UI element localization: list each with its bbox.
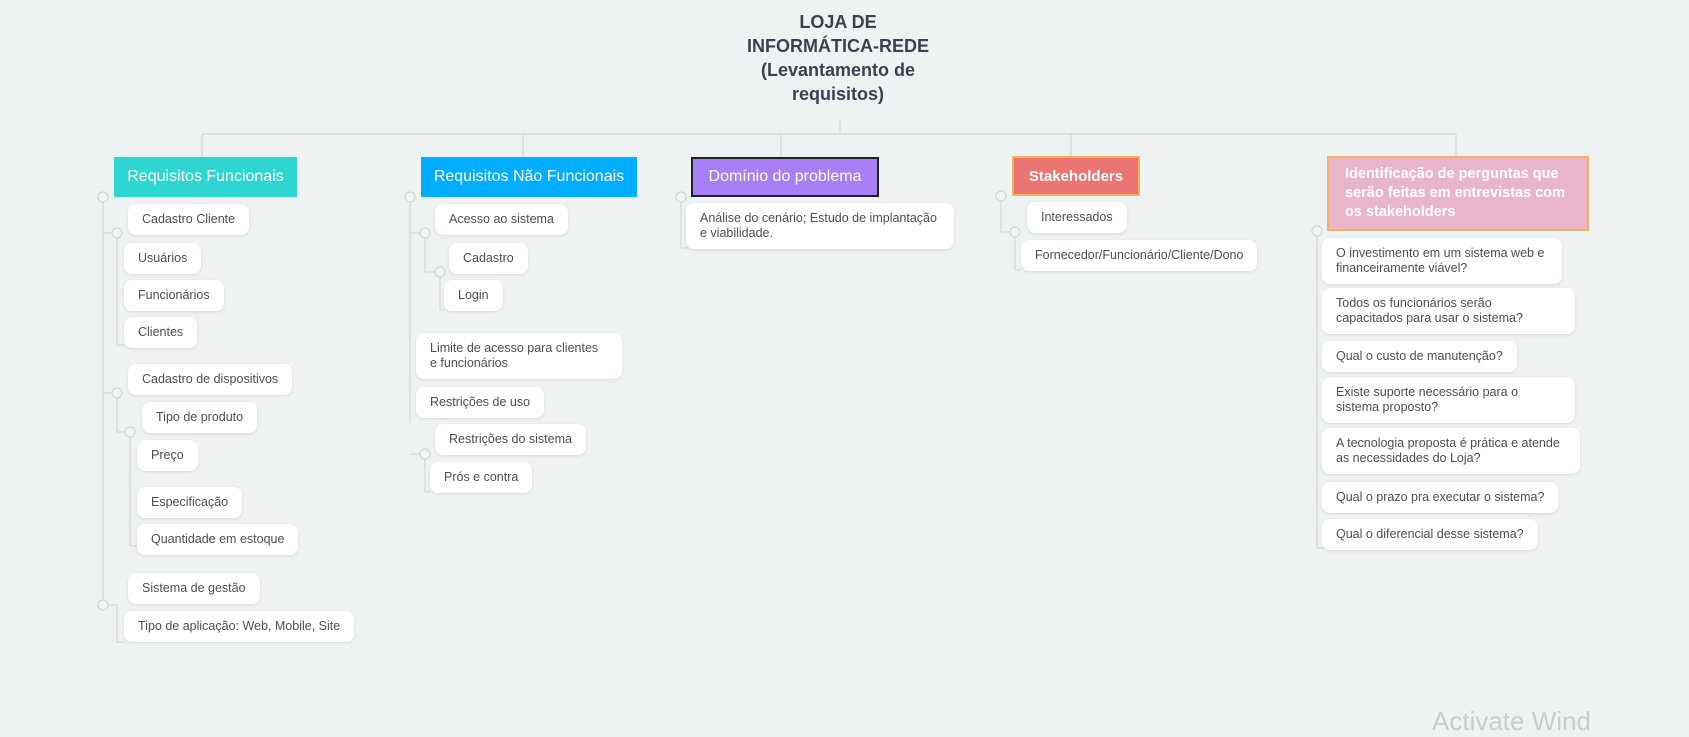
node-cadastro-dispositivos[interactable]: Cadastro de dispositivos: [128, 364, 293, 395]
root-topic[interactable]: LOJA DE INFORMÁTICA-REDE (Levantamento d…: [738, 10, 938, 106]
node-pergunta-3[interactable]: Qual o custo de manutenção?: [1322, 341, 1517, 372]
node-usuarios[interactable]: Usuários: [124, 243, 202, 274]
node-fornecedor[interactable]: Fornecedor/Funcionário/Cliente/Dono: [1021, 240, 1258, 271]
node-pergunta-1[interactable]: O investimento em um sistema web e finan…: [1322, 238, 1562, 284]
node-cadastro-cliente[interactable]: Cadastro Cliente: [128, 204, 250, 235]
node-clientes[interactable]: Clientes: [124, 317, 198, 348]
node-pergunta-7[interactable]: Qual o diferencial desse sistema?: [1322, 519, 1538, 550]
node-interessados[interactable]: Interessados: [1027, 202, 1127, 233]
node-restricoes-uso[interactable]: Restrições de uso: [416, 387, 545, 418]
node-pergunta-2[interactable]: Todos os funcionários serão capacitados …: [1322, 288, 1575, 334]
node-funcionarios[interactable]: Funcionários: [124, 280, 224, 311]
node-acesso-sistema[interactable]: Acesso ao sistema: [435, 204, 568, 235]
node-login[interactable]: Login: [444, 280, 503, 311]
node-pergunta-4[interactable]: Existe suporte necessário para o sistema…: [1322, 377, 1575, 423]
node-pergunta-5[interactable]: A tecnologia proposta é prática e atende…: [1322, 428, 1580, 474]
node-sistema-gestao[interactable]: Sistema de gestão: [128, 573, 260, 604]
node-cadastro[interactable]: Cadastro: [449, 243, 528, 274]
node-limite-acesso[interactable]: Limite de acesso para clientes e funcion…: [416, 333, 622, 379]
node-especificacao[interactable]: Especificação: [137, 487, 243, 518]
branch-stakeholders[interactable]: Stakeholders: [1012, 156, 1140, 196]
branch-requisitos-nao-funcionais[interactable]: Requisitos Não Funcionais: [421, 157, 637, 197]
branch-identificacao-perguntas[interactable]: Identificação de perguntas que serão fei…: [1327, 156, 1589, 231]
branch-dominio-do-problema[interactable]: Domínio do problema: [691, 157, 879, 197]
node-pros-contra[interactable]: Prós e contra: [430, 462, 533, 493]
node-tipo-produto[interactable]: Tipo de produto: [142, 402, 258, 433]
node-restricoes-sistema[interactable]: Restrições do sistema: [435, 424, 586, 455]
node-analise-cenario[interactable]: Análise do cenário; Estudo de implantaçã…: [686, 203, 954, 249]
branch-requisitos-funcionais[interactable]: Requisitos Funcionais: [114, 157, 297, 197]
node-preco[interactable]: Preço: [137, 440, 198, 471]
node-tipo-aplicacao[interactable]: Tipo de aplicação: Web, Mobile, Site: [124, 611, 355, 642]
node-pergunta-6[interactable]: Qual o prazo pra executar o sistema?: [1322, 482, 1559, 513]
node-quantidade-estoque[interactable]: Quantidade em estoque: [137, 524, 299, 555]
